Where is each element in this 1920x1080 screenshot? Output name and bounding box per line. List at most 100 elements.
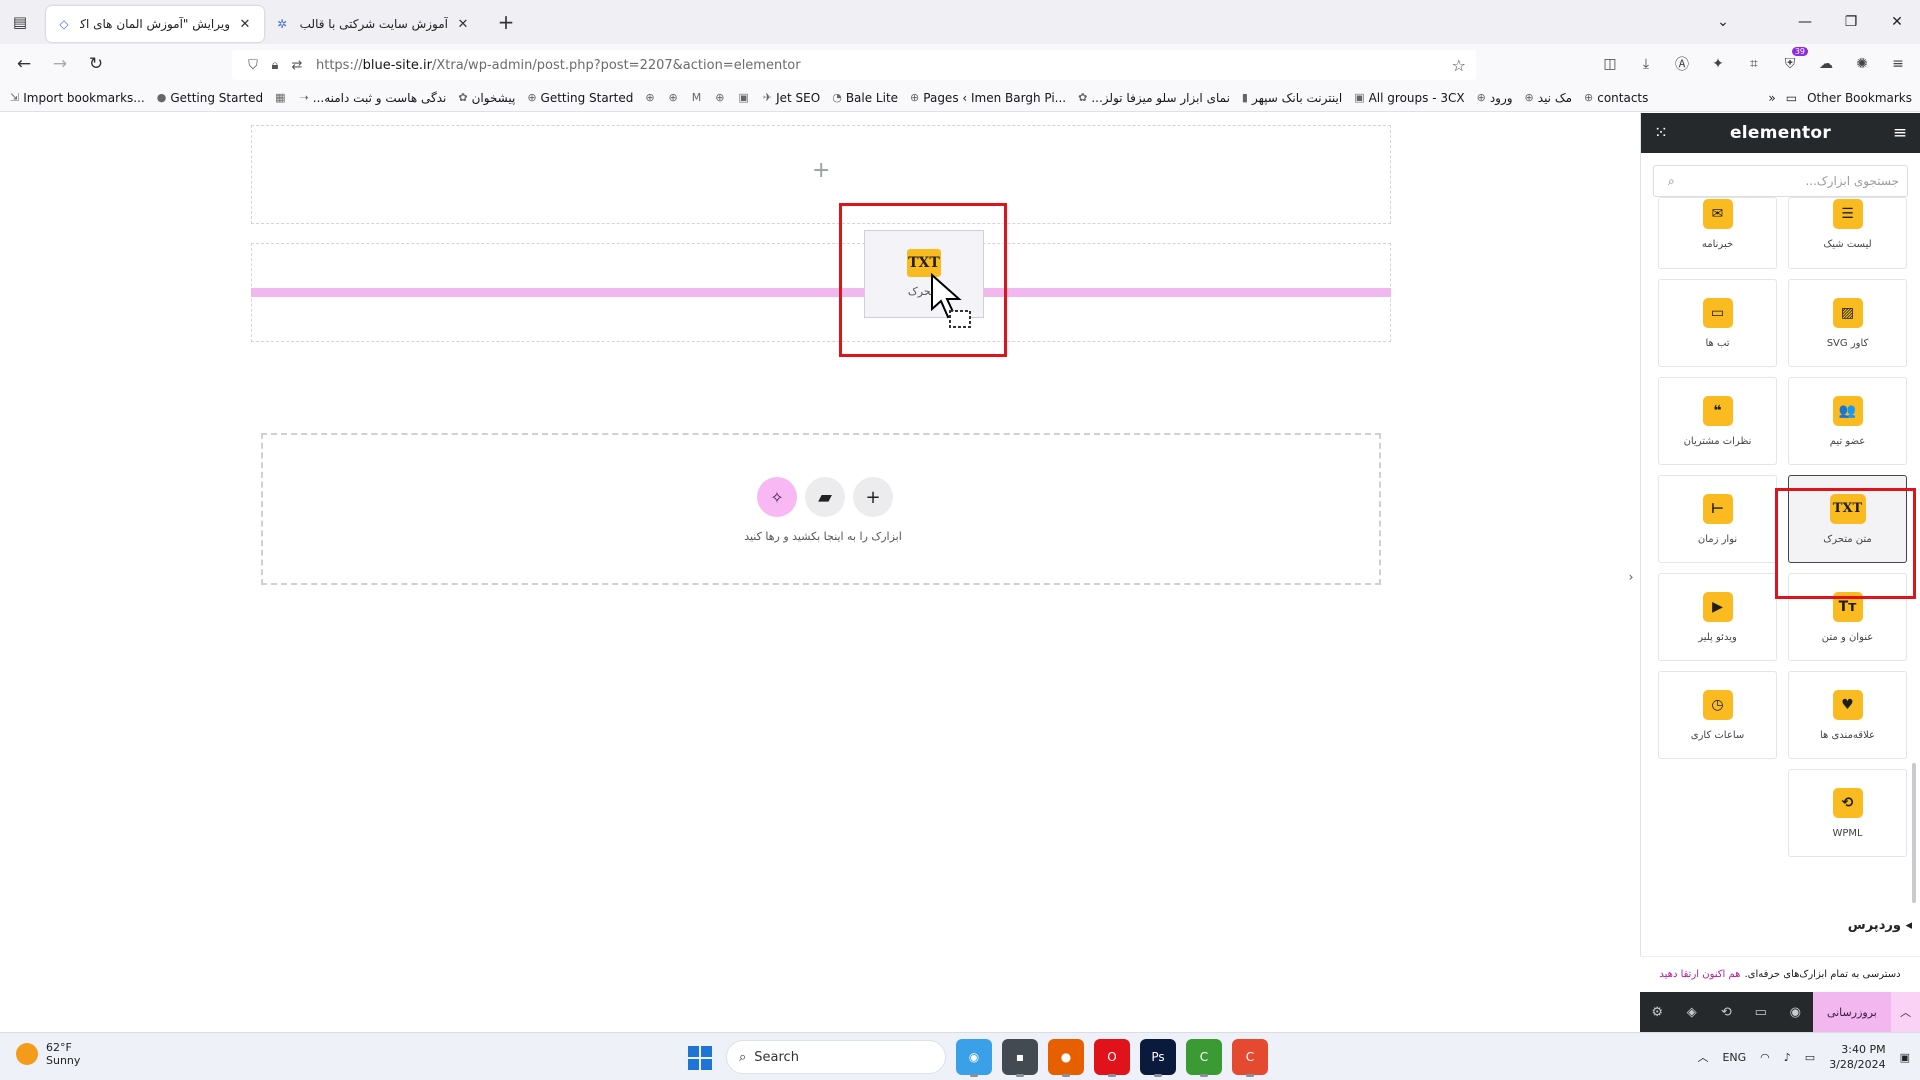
list-icon: ☰ [1832, 199, 1863, 229]
template-library-folder-button[interactable]: ▰ [805, 477, 845, 517]
widget-video[interactable]: ▶ ویدئو پلیر [1658, 573, 1777, 661]
widget-heart[interactable]: ♥ علاقه‌مندی ها [1788, 671, 1907, 759]
tray-expand-icon[interactable]: ︿ [1697, 1049, 1708, 1065]
bookmark-item[interactable]: ✿ ...نمای ابزار سلو میزفا تولز [1078, 91, 1230, 105]
photoshop-app[interactable]: Ps [1140, 1039, 1176, 1077]
widget-team[interactable]: 👥 عضو تیم [1788, 377, 1907, 465]
forward-arrow-icon[interactable]: → [42, 48, 78, 80]
widget-quote[interactable]: ❝ نظرات مشتریان [1658, 377, 1777, 465]
pocket-icon[interactable]: ◫ [1598, 52, 1622, 76]
tab-active[interactable]: ◇ ویرایش "آموزش المان های اکسترا - ... ✕ [46, 6, 264, 42]
files-app[interactable]: ▪ [1002, 1039, 1038, 1077]
volume-icon[interactable]: ♪ [1784, 1051, 1791, 1064]
bookmark-item[interactable]: ⊕ مک نید [1525, 91, 1572, 105]
opera-app[interactable]: O [1094, 1039, 1130, 1077]
chevron-double-right-icon[interactable]: » [1768, 91, 1775, 105]
wifi-icon[interactable]: ◠ [1760, 1051, 1770, 1064]
widget-envelope[interactable]: ✉ خبرنامه [1658, 197, 1777, 269]
clock[interactable]: 3:40 PM 3/28/2024 [1829, 1042, 1885, 1072]
weather-widget[interactable]: 62°F Sunny [16, 1041, 80, 1067]
url-text[interactable]: https://blue-site.ir/Xtra/wp-admin/post.… [316, 58, 1452, 73]
bookmark-item[interactable]: ⇲ Import bookmarks... [10, 91, 145, 105]
url-bar[interactable]: ⛉ 🔒︎ ⇄ https://blue-site.ir/Xtra/wp-admi… [232, 50, 1476, 80]
navigator-layers-icon[interactable]: ◈ [1675, 992, 1710, 1032]
language-indicator[interactable]: ENG [1722, 1051, 1746, 1064]
empty-section-dropzone[interactable]: ✧ ▰ + ابزارک را به اینجا بکشید و رها کنی… [261, 433, 1381, 585]
add-section-button[interactable]: + [853, 477, 893, 517]
running-indicator [1062, 1074, 1070, 1077]
camtasia-green-app[interactable]: C [1186, 1039, 1222, 1077]
bookmark-item[interactable]: ⊕ [645, 91, 658, 104]
grid-menu-icon[interactable]: ⁙ [1651, 123, 1671, 143]
copilot-app[interactable]: ◉ [956, 1039, 992, 1077]
bookmark-item[interactable]: ⊕ contacts [1584, 91, 1648, 105]
bookmark-item[interactable]: ⊕ [669, 91, 682, 104]
lock-icon[interactable]: 🔒︎ [264, 58, 286, 73]
window-close-icon[interactable]: ✕ [1874, 0, 1920, 44]
account-icon[interactable]: Ⓐ [1670, 52, 1694, 76]
bookmark-item[interactable]: ▣ [738, 91, 752, 104]
collapse-panel-chevron-icon[interactable]: › [1622, 553, 1640, 601]
bookmark-item[interactable]: ✈ Jet SEO [763, 91, 820, 105]
history-icon[interactable]: ⟲ [1709, 992, 1744, 1032]
start-windows-icon[interactable] [682, 1040, 716, 1074]
panel-scrollbar[interactable] [1912, 763, 1916, 903]
shield-extension-icon[interactable]: ⛨ 39 [1778, 47, 1808, 76]
notifications-icon[interactable]: ▣ [1900, 1051, 1910, 1064]
firefox-app[interactable]: ● [1048, 1039, 1084, 1077]
back-arrow-icon[interactable]: ← [6, 48, 42, 80]
settings-icon[interactable]: ⚙ [1640, 992, 1675, 1032]
responsive-icon[interactable]: ▭ [1744, 992, 1779, 1032]
battery-icon[interactable]: ▭ [1805, 1051, 1815, 1064]
crop-icon[interactable]: ⌗ [1742, 52, 1766, 76]
editor-canvas[interactable]: + TXT متحرک ✧ ▰ + ابزارک را به اینجا بکش… [0, 113, 1640, 1032]
other-bookmarks[interactable]: Other Bookmarks [1807, 91, 1912, 105]
vpn-icon[interactable]: ☁ [1814, 52, 1838, 76]
tab-list-icon[interactable]: ▤ [0, 0, 40, 44]
tab-overflow-chevron-icon[interactable]: ⌄ [1700, 0, 1746, 44]
wordpress-category-heading[interactable]: ◂ وردپرس [1650, 918, 1912, 933]
minimize-icon[interactable]: — [1782, 0, 1828, 44]
tab-inactive[interactable]: ✲ آموزش سایت شرکتی با قالب اکس... ✕ [264, 6, 482, 42]
upgrade-link[interactable]: هم اکنون ارتقا دهید [1659, 969, 1740, 980]
bookmark-item[interactable]: ⊕ [715, 91, 728, 104]
new-tab-icon[interactable]: + [488, 10, 524, 34]
close-tab-icon[interactable]: ✕ [236, 17, 254, 32]
widget-svg-cover[interactable]: ▨ کاور SVG [1788, 279, 1907, 367]
bookmark-item[interactable]: ● Getting Started [157, 91, 263, 105]
ai-sparkle-button[interactable]: ✧ [757, 477, 797, 517]
restore-icon[interactable]: ❐ [1828, 0, 1874, 44]
publish-options-chevron-icon[interactable]: ︿ [1891, 992, 1920, 1032]
hamburger-icon[interactable]: ≡ [1890, 123, 1910, 143]
bookmark-item[interactable]: M [692, 91, 706, 104]
widget-search-input[interactable]: جستجوی ابزارک... ⌕ [1653, 165, 1908, 197]
close-tab-icon[interactable]: ✕ [454, 17, 472, 32]
update-button[interactable]: بروزرسانی [1812, 992, 1892, 1032]
reload-icon[interactable]: ↻ [78, 48, 114, 80]
taskbar-search[interactable]: ⌕ Search [726, 1040, 946, 1074]
extensions-icon[interactable]: ✦ [1706, 52, 1730, 76]
preview-eye-icon[interactable]: ◉ [1778, 992, 1813, 1032]
bookmark-item[interactable]: ▦ [275, 91, 289, 104]
widget-list[interactable]: ☰ لیست شیک [1788, 197, 1907, 269]
bookmark-item[interactable]: ◔ Bale Lite [832, 91, 898, 105]
add-section-plus-icon[interactable]: + [812, 158, 830, 183]
bookmark-item[interactable]: ✿ پیشخوان [458, 91, 515, 105]
widget-wpml[interactable]: ⟲ WPML [1788, 769, 1907, 857]
sun-extension-icon[interactable]: ✺ [1850, 52, 1874, 76]
widget-clock[interactable]: ◷ ساعات کاری [1658, 671, 1777, 759]
bookmark-star-icon[interactable]: ☆ [1452, 56, 1466, 75]
bookmark-item[interactable]: ▣ All groups - 3CX [1354, 91, 1464, 105]
widget-timeline[interactable]: ⊣ نوار زمان [1658, 475, 1777, 563]
downloads-icon[interactable]: ⤓ [1634, 52, 1658, 76]
shield-icon[interactable]: ⛉ [242, 58, 264, 73]
menu-icon[interactable]: ≡ [1886, 52, 1910, 76]
bookmark-item[interactable]: ⊕ Pages ‹ Imen Bargh Pi... [910, 91, 1066, 105]
bookmark-item[interactable]: ➝ ...ندگی هاست و ثبت دامنه [300, 91, 447, 105]
bookmark-item[interactable]: ⊕ ورود [1477, 91, 1513, 105]
bookmark-item[interactable]: ▮ اینترنت بانک سپهر [1242, 91, 1342, 105]
permissions-icon[interactable]: ⇄ [286, 58, 308, 73]
bookmark-item[interactable]: ⊕ Getting Started [527, 91, 633, 105]
camtasia-red-app[interactable]: C [1232, 1039, 1268, 1077]
widget-folder[interactable]: ▭ تب ها [1658, 279, 1777, 367]
